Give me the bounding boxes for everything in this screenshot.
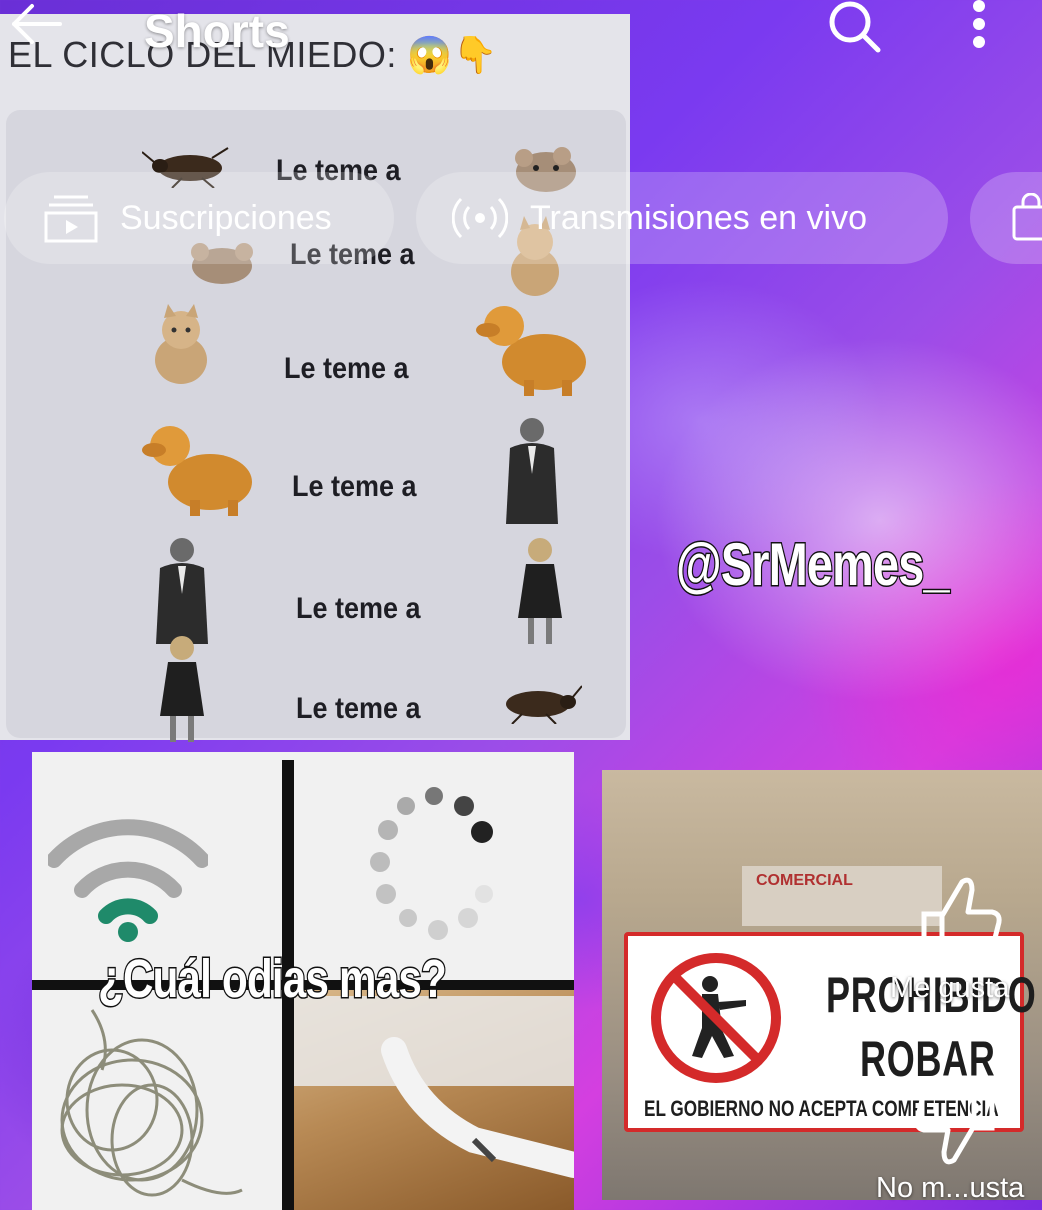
man-in-suit-image: [506, 418, 558, 524]
man-in-suit-image: [156, 538, 208, 644]
dog-image: [142, 426, 252, 516]
cycle-text: Le teme a: [296, 692, 421, 725]
storefront-sign: COMERCIAL: [756, 872, 853, 889]
no-robbery-icon: [651, 953, 781, 1083]
like-button[interactable]: [906, 872, 1016, 972]
broken-charger-cable-icon: [294, 996, 574, 1178]
chip-subscriptions-label: Suscripciones: [120, 198, 332, 237]
tangled-cable-image: [60, 1009, 243, 1197]
loading-spinner-icon: [370, 787, 493, 940]
chip-subscriptions[interactable]: Suscripciones: [4, 172, 394, 264]
back-button[interactable]: [6, 0, 66, 56]
cycle-row: Le teme a: [6, 300, 626, 400]
subscriptions-icon: [44, 195, 98, 243]
creator-watermark: @SrMemes_: [675, 530, 951, 600]
woman-in-dress-image: [160, 636, 204, 742]
cycle-row: Le teme a: [6, 524, 626, 644]
woman-in-dress-image: [518, 538, 562, 644]
dislike-button[interactable]: [910, 1070, 1010, 1170]
broken-charger-image: [294, 990, 574, 1210]
cycle-text: Le teme a: [284, 352, 409, 385]
arrow-left-icon: [12, 4, 62, 44]
thumbs-down-icon: [914, 1075, 995, 1165]
dog-image: [476, 306, 586, 396]
wifi-weak-icon: [48, 819, 208, 942]
search-button[interactable]: [822, 0, 886, 56]
cockroach-image: [506, 685, 582, 724]
cycle-row: Le teme a: [6, 414, 626, 524]
live-broadcast-icon: [452, 197, 508, 239]
chip-live-broadcasts[interactable]: Transmisiones en vivo: [416, 172, 948, 264]
cat-image: [155, 304, 207, 384]
cycle-row: Le teme a: [6, 630, 626, 742]
thumbs-up-icon: [921, 877, 1002, 967]
cycle-text: Le teme a: [296, 592, 421, 625]
shopping-bag-icon: [1012, 193, 1042, 241]
chip-live-label: Transmisiones en vivo: [530, 198, 867, 237]
page-title: Shorts: [144, 5, 290, 57]
meme-image-ciclo-del-miedo[interactable]: EL CICLO DEL MIEDO: 😱👇 Le teme a Le teme…: [0, 14, 630, 742]
search-icon: [829, 1, 881, 53]
more-vertical-icon: [973, 0, 985, 48]
dislike-label: No m...usta: [876, 1172, 1025, 1204]
like-label: Me gusta: [890, 972, 1010, 1004]
meme-image-cual-odias-mas[interactable]: ¿Cuál odias mas?: [32, 752, 574, 1210]
cycle-text: Le teme a: [292, 470, 417, 503]
meme-caption: ¿Cuál odias mas?: [97, 948, 448, 1011]
more-options-button[interactable]: [954, 0, 1004, 56]
